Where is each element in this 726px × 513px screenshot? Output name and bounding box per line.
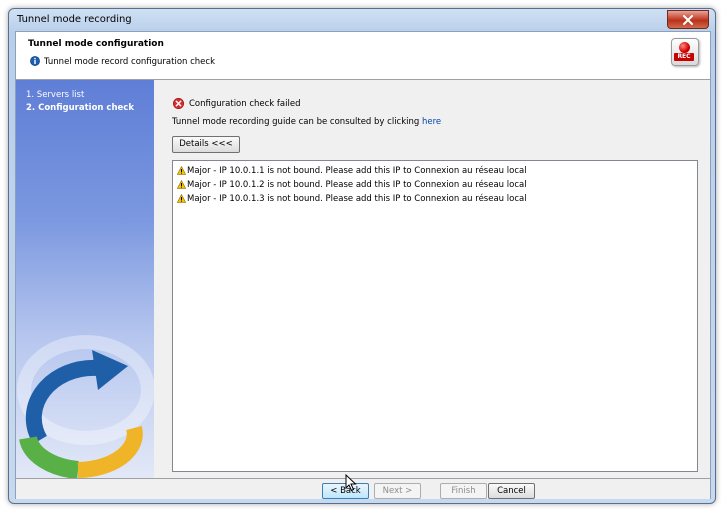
warning-icon — [177, 180, 186, 189]
record-dot — [679, 42, 690, 53]
message-text: Major - IP 10.0.1.2 is not bound. Please… — [187, 179, 527, 190]
wizard-content: Configuration check failed Tunnel mode r… — [154, 80, 710, 478]
rec-badge: REC — [674, 53, 694, 61]
status-row: Configuration check failed — [173, 98, 300, 109]
info-icon — [30, 56, 40, 66]
guide-row: Tunnel mode recording guide can be consu… — [172, 117, 441, 127]
page-subtitle: Tunnel mode record configuration check — [44, 57, 215, 67]
wizard-footer: < Back Next > Finish Cancel — [16, 478, 710, 499]
wizard-window: Tunnel mode recording Tunnel mode config… — [8, 8, 716, 504]
finish-button[interactable]: Finish — [440, 483, 487, 499]
wizard-sidebar: 1. Servers list 2. Configuration check — [16, 80, 154, 478]
list-item: Major - IP 10.0.1.1 is not bound. Please… — [177, 164, 527, 177]
next-button[interactable]: Next > — [374, 483, 421, 499]
close-button[interactable] — [667, 10, 709, 29]
warning-icon — [177, 194, 186, 203]
record-icon: REC — [671, 38, 699, 66]
title-bar[interactable]: Tunnel mode recording — [9, 9, 715, 31]
list-item: Major - IP 10.0.1.2 is not bound. Please… — [177, 178, 527, 191]
page-title: Tunnel mode configuration — [28, 39, 164, 49]
close-icon — [683, 14, 693, 25]
message-text: Major - IP 10.0.1.3 is not bound. Please… — [187, 193, 527, 204]
mouse-cursor-icon — [345, 474, 357, 492]
refresh-arrow-logo — [17, 335, 154, 478]
wizard-client-area: Tunnel mode configuration Tunnel mode re… — [15, 31, 711, 499]
details-toggle-button[interactable]: Details <<< — [172, 136, 240, 153]
message-text: Major - IP 10.0.1.1 is not bound. Please… — [187, 165, 527, 176]
status-text: Configuration check failed — [189, 98, 301, 109]
window-title: Tunnel mode recording — [17, 14, 132, 25]
sidebar-step-configuration-check: 2. Configuration check — [26, 103, 134, 113]
cancel-button[interactable]: Cancel — [488, 483, 535, 499]
error-icon — [173, 98, 184, 109]
messages-list[interactable]: Major - IP 10.0.1.1 is not bound. Please… — [172, 160, 698, 472]
wizard-header: Tunnel mode configuration Tunnel mode re… — [16, 32, 710, 80]
warning-icon — [177, 166, 186, 175]
list-item: Major - IP 10.0.1.3 is not bound. Please… — [177, 192, 527, 205]
guide-link[interactable]: here — [422, 117, 441, 127]
sidebar-step-servers-list: 1. Servers list — [26, 90, 85, 100]
guide-text: Tunnel mode recording guide can be consu… — [172, 117, 422, 127]
